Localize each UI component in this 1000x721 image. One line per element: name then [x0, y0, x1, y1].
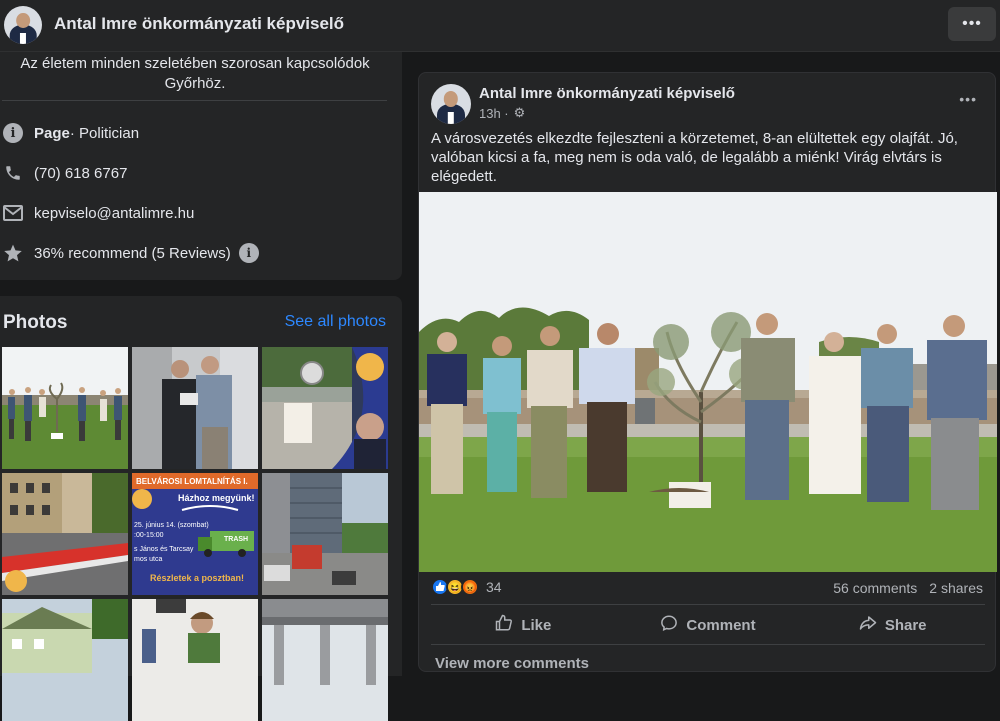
- author-avatar[interactable]: [431, 84, 471, 124]
- post-timestamp: 13h · ⚙: [479, 105, 525, 121]
- share-button[interactable]: Share: [800, 609, 985, 641]
- photo-thumbnail[interactable]: [2, 347, 128, 469]
- post-actions: Like Comment Share: [431, 609, 985, 641]
- more-options-button[interactable]: •••: [948, 7, 996, 41]
- view-more-comments-link[interactable]: View more comments: [435, 655, 589, 672]
- reactions-summary[interactable]: 😆 😡 34: [431, 578, 502, 596]
- thumbs-up-icon: [495, 614, 513, 637]
- like-button[interactable]: Like: [431, 609, 616, 641]
- like-label: Like: [521, 616, 552, 634]
- info-icon: i: [2, 122, 24, 144]
- page-title[interactable]: Antal Imre önkormányzati képviselő: [54, 14, 344, 34]
- category-row: i Page · Politician: [2, 122, 139, 144]
- post-author[interactable]: Antal Imre önkormányzati képviselő: [479, 85, 735, 102]
- share-label: Share: [884, 616, 927, 634]
- photo-thumbnail[interactable]: [262, 473, 388, 595]
- mail-icon: [2, 202, 24, 224]
- divider: [431, 604, 985, 605]
- truck-icon: TRASH: [198, 527, 256, 557]
- phone-number[interactable]: (70) 618 6767: [34, 165, 127, 182]
- post-text: A városvezetés elkezdte fejleszteni a kö…: [431, 130, 958, 185]
- angry-reaction-icon: 😡: [461, 578, 479, 596]
- recommend-text[interactable]: 36% recommend (5 Reviews): [34, 245, 231, 262]
- star-icon: [2, 242, 24, 264]
- intro-bio: Az életem minden szeletében szorosan kap…: [20, 55, 370, 92]
- top-bar: Antal Imre önkormányzati képviselő •••: [0, 0, 1000, 52]
- intro-card: Az életem minden szeletében szorosan kap…: [0, 52, 402, 280]
- phone-row: (70) 618 6767: [2, 162, 127, 184]
- see-all-photos-link[interactable]: See all photos: [285, 313, 386, 331]
- photo-thumbnail[interactable]: [2, 473, 128, 595]
- email-row: kepviselo@antalimre.hu: [2, 202, 194, 224]
- comment-icon: [660, 614, 678, 637]
- comments-count[interactable]: 56 comments: [833, 580, 917, 596]
- post-more-button[interactable]: •••: [959, 91, 977, 107]
- divider: [2, 100, 387, 101]
- info-icon[interactable]: i: [238, 243, 259, 263]
- comment-button[interactable]: Comment: [616, 609, 801, 641]
- photo-thumbnail[interactable]: [262, 347, 388, 469]
- email-link[interactable]: kepviselo@antalimre.hu: [34, 205, 194, 222]
- category-label[interactable]: Page: [34, 125, 70, 142]
- share-icon: [859, 614, 877, 637]
- shares-count[interactable]: 2 shares: [929, 580, 983, 596]
- recommend-row: 36% recommend (5 Reviews) i: [2, 242, 259, 264]
- photos-card: Photos See all photos BELVÁROSI LOMTALNÍ…: [0, 296, 402, 721]
- gear-icon: ⚙: [513, 105, 526, 120]
- event-banner: BELVÁROSI LOMTALNÍTÁS I.: [132, 473, 258, 489]
- comment-label: Comment: [686, 616, 756, 634]
- page-avatar[interactable]: [4, 6, 42, 44]
- photos-heading: Photos: [3, 312, 68, 333]
- photo-thumbnail[interactable]: [2, 599, 128, 721]
- more-icon: •••: [962, 15, 982, 32]
- post-photo[interactable]: [419, 192, 997, 572]
- reaction-count: 34: [486, 579, 502, 595]
- time-text[interactable]: 13h ·: [479, 106, 509, 121]
- photo-thumbnail[interactable]: BELVÁROSI LOMTALNÍTÁS I. Házhoz megyünk!…: [132, 473, 258, 595]
- event-headline: Házhoz megyünk!: [178, 493, 255, 503]
- photo-thumbnail[interactable]: [262, 599, 388, 721]
- category-value: · Politician: [69, 124, 140, 142]
- event-footer: Részletek a posztban!: [150, 573, 245, 583]
- engagement-counts: 56 comments 2 shares: [833, 580, 983, 596]
- photo-thumbnail[interactable]: [132, 599, 258, 721]
- divider: [431, 644, 985, 645]
- phone-icon: [2, 162, 24, 184]
- photo-thumbnail[interactable]: [132, 347, 258, 469]
- logo-icon: [132, 489, 152, 509]
- post-card: Antal Imre önkormányzati képviselő 13h ·…: [418, 72, 997, 672]
